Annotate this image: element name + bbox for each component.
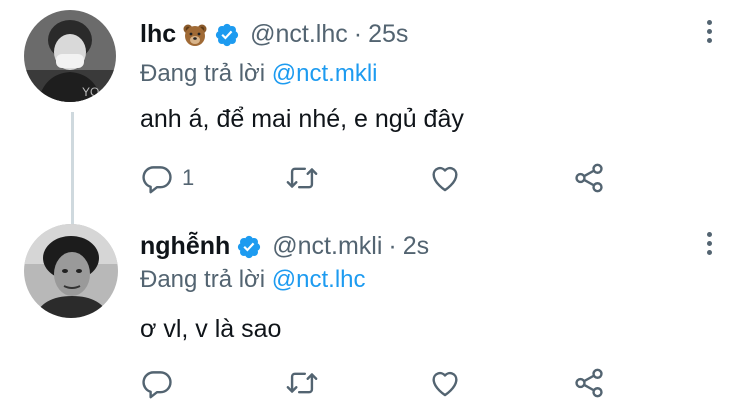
like-icon xyxy=(432,371,458,397)
retweet-icon xyxy=(286,167,318,189)
separator-dot: · xyxy=(388,232,397,260)
display-name[interactable]: nghễnh xyxy=(140,232,230,261)
retweet-icon xyxy=(286,372,318,394)
svg-text:YO: YO xyxy=(82,85,99,99)
replying-mention-link[interactable]: @nct.mkli xyxy=(272,60,378,87)
handle[interactable]: @nct.lhc xyxy=(250,20,348,49)
avatar[interactable]: YO xyxy=(24,10,116,102)
tweet-text: anh á, để mai nhé, e ngủ đây xyxy=(140,105,464,133)
replying-label: Đang trả lời xyxy=(140,266,266,293)
tweet-header: nghễnh @nct.mkli · 2s xyxy=(140,232,429,261)
tweet-header: lhc @nct.lhc · 25s xyxy=(140,20,408,49)
action-bar: 1 xyxy=(140,160,620,200)
share-icon xyxy=(575,163,603,193)
retweet-button[interactable] xyxy=(285,365,327,401)
handle[interactable]: @nct.mkli xyxy=(272,232,382,261)
verified-badge-icon xyxy=(214,22,240,48)
reply-count: 1 xyxy=(182,165,195,190)
reply-icon xyxy=(142,166,172,194)
tweet-text: ơ vl, v là sao xyxy=(140,315,282,343)
reply-icon xyxy=(142,371,172,399)
retweet-button[interactable] xyxy=(285,160,327,196)
separator-dot: · xyxy=(353,20,363,48)
replying-to: Đang trả lời @nct.mkli xyxy=(140,60,378,88)
action-bar xyxy=(140,365,620,405)
replying-mention-link[interactable]: @nct.lhc xyxy=(272,266,366,293)
share-button[interactable] xyxy=(572,365,606,401)
timestamp[interactable]: 2s xyxy=(403,232,429,261)
share-icon xyxy=(575,368,603,398)
avatar[interactable] xyxy=(24,224,118,318)
like-button[interactable] xyxy=(428,365,470,401)
tweet-nghenh[interactable]: nghễnh @nct.mkli · 2s Đang trả lời @nct.… xyxy=(0,210,750,410)
share-button[interactable] xyxy=(572,160,606,196)
more-options-icon[interactable] xyxy=(704,20,714,50)
reply-button[interactable]: 1 xyxy=(140,160,194,196)
like-icon xyxy=(432,166,458,192)
replying-label: Đang trả lời xyxy=(140,60,266,87)
thread-connector-line xyxy=(71,112,74,226)
tweet-lhc[interactable]: YO lhc @nct.lhc · 25s Đang trả lời @nct.… xyxy=(0,0,750,226)
display-name[interactable]: lhc xyxy=(140,20,176,49)
reply-button[interactable] xyxy=(140,365,182,401)
verified-badge-icon xyxy=(236,234,262,260)
replying-to: Đang trả lời @nct.lhc xyxy=(140,266,366,294)
like-button[interactable] xyxy=(428,160,470,196)
bear-face-icon xyxy=(182,22,208,48)
more-options-icon[interactable] xyxy=(704,232,714,262)
timestamp[interactable]: 25s xyxy=(368,20,408,49)
